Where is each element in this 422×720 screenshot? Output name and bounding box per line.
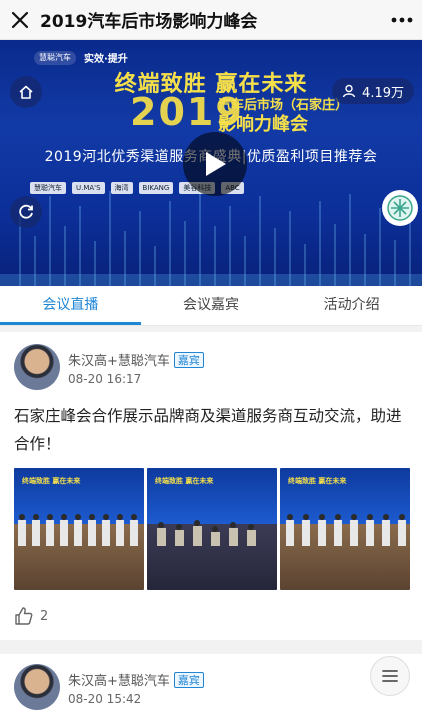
refresh-button[interactable] — [10, 196, 42, 228]
post-card: 朱汉高+慧聪汽车 嘉宾 08-20 16:17 石家庄峰会合作展示品牌商及渠道服… — [0, 332, 422, 640]
live-emblem[interactable] — [382, 190, 418, 226]
sponsor-logo: 慧聪汽车 — [30, 182, 66, 194]
post-card: 朱汉高+慧聪汽车 嘉宾 08-20 15:42 — [0, 654, 422, 720]
like-button[interactable]: 2 — [14, 606, 48, 626]
sponsor-logo: 海湾 — [110, 182, 133, 194]
post-photos: 终端致胜 赢在未来 终端致胜 赢在未来 终端致胜 赢在未来 — [14, 468, 410, 590]
play-button[interactable] — [183, 132, 247, 196]
post-photo[interactable]: 终端致胜 赢在未来 — [147, 468, 277, 590]
sparkle-badge-icon — [387, 195, 413, 221]
more-icon — [391, 17, 413, 22]
author-name[interactable]: 朱汉高+慧聪汽车 — [68, 670, 170, 689]
menu-icon — [382, 670, 398, 682]
like-count: 2 — [40, 608, 49, 624]
sponsor-logo: BIKANG — [138, 182, 174, 194]
tab-intro[interactable]: 活动介绍 — [281, 286, 422, 325]
photo-caption: 终端致胜 赢在未来 — [155, 477, 214, 485]
tab-live[interactable]: 会议直播 — [0, 286, 141, 325]
more-button[interactable] — [382, 0, 422, 40]
photo-caption: 终端致胜 赢在未来 — [288, 477, 347, 485]
logo-tagline: 实效·提升 — [84, 54, 128, 65]
post-time: 08-20 15:42 — [68, 692, 142, 706]
post-author: 朱汉高+慧聪汽车 嘉宾 — [68, 670, 204, 689]
page-title: 2019汽车后市场影响力峰会 — [40, 12, 258, 32]
thumbs-up-icon — [15, 607, 33, 625]
person-icon — [342, 84, 356, 98]
author-name[interactable]: 朱汉高+慧聪汽车 — [68, 350, 170, 369]
logo-hc-auto: 慧聪汽车 — [34, 50, 76, 65]
floating-menu-button[interactable] — [370, 656, 410, 696]
view-count-value: 4.19万 — [362, 85, 404, 101]
view-count: 4.19万 — [332, 78, 414, 104]
photo-people — [157, 520, 256, 546]
sponsor-logo: U.MA'S — [72, 182, 105, 194]
close-button[interactable] — [0, 0, 40, 40]
refresh-icon — [19, 204, 33, 219]
home-button[interactable] — [10, 76, 42, 108]
post-time: 08-20 16:17 — [68, 372, 142, 386]
photo-people — [286, 514, 406, 546]
close-icon — [11, 11, 29, 28]
avatar[interactable] — [14, 344, 60, 390]
photo-people — [18, 514, 138, 546]
post-photo[interactable]: 终端致胜 赢在未来 — [14, 468, 144, 590]
post-author: 朱汉高+慧聪汽车 嘉宾 — [68, 350, 204, 369]
guest-badge: 嘉宾 — [173, 351, 204, 368]
post-photo[interactable]: 终端致胜 赢在未来 — [280, 468, 410, 590]
post-text: 石家庄峰会合作展示品牌商及渠道服务商互动交流，助进合作！ — [14, 407, 402, 453]
top-bar: 2019汽车后市场影响力峰会 — [0, 0, 422, 40]
play-icon — [206, 152, 226, 176]
guest-badge: 嘉宾 — [173, 671, 204, 688]
banner-subtitle-summit: 影响力峰会 — [218, 114, 308, 135]
home-icon — [19, 85, 33, 99]
photo-caption: 终端致胜 赢在未来 — [22, 477, 81, 485]
live-video-banner[interactable]: 慧聪汽车 实效·提升 终端致胜 赢在未来 2019 汽车后市场（石家庄） 影响力… — [0, 40, 422, 286]
tab-guests[interactable]: 会议嘉宾 — [141, 286, 282, 325]
avatar[interactable] — [14, 664, 60, 710]
banner-logos: 慧聪汽车 实效·提升 — [34, 50, 128, 65]
tab-bar: 会议直播 会议嘉宾 活动介绍 — [0, 286, 422, 326]
